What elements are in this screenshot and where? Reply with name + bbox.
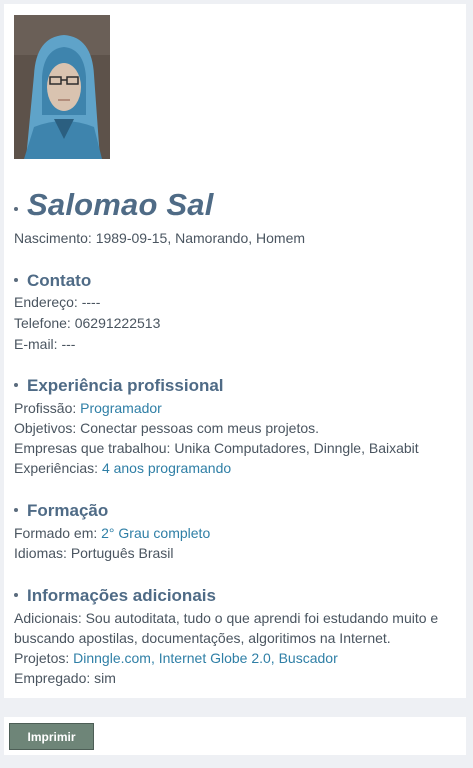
employed-row: Empregado: sim	[14, 668, 116, 688]
birth-label: Nascimento:	[14, 230, 92, 246]
companies-row: Empresas que trabalhou: Unika Computador…	[14, 438, 419, 458]
profile-name-row: Salomao Sal	[14, 187, 214, 223]
companies-label: Empresas que trabalhou:	[14, 440, 171, 456]
bullet-icon	[14, 593, 18, 597]
birth-value: 1989-09-15, Namorando, Homem	[95, 230, 306, 246]
profile-photo	[14, 15, 110, 159]
employed-value: sim	[94, 670, 116, 686]
objectives-value: Conectar pessoas com meus projetos.	[80, 420, 320, 436]
extra-value-line1: Sou autoditata, tudo o que aprendi foi e…	[85, 610, 439, 626]
birth-info: Nascimento: 1989-09-15, Namorando, Homem	[14, 228, 305, 248]
companies-value: Unika Computadores, Dinngle, Baixabit	[174, 440, 419, 456]
languages-row: Idiomas: Português Brasil	[14, 543, 174, 563]
projects-link[interactable]: Dinngle.com, Internet Globe 2.0, Buscado…	[73, 650, 338, 666]
profession-label: Profissão:	[14, 400, 77, 416]
objectives-row: Objetivos: Conectar pessoas com meus pro…	[14, 418, 319, 438]
section-title: Formação	[27, 501, 109, 520]
section-title: Informações adicionais	[27, 586, 216, 605]
print-button[interactable]: Imprimir	[9, 723, 94, 750]
graduated-row: Formado em: 2° Grau completo	[14, 523, 210, 543]
section-title: Experiência profissional	[27, 376, 224, 395]
section-additional-header: Informações adicionais	[14, 586, 216, 606]
bullet-icon	[14, 278, 18, 282]
profile-name: Salomao Sal	[27, 187, 214, 222]
address-label: Endereço:	[14, 294, 78, 310]
projects-label: Projetos:	[14, 650, 70, 666]
employed-label: Empregado:	[14, 670, 91, 686]
extra-value-line2: buscando apostilas, documentações, algor…	[14, 630, 391, 646]
email-row: E-mail: ---	[14, 334, 75, 354]
profile-card: Salomao Sal Nascimento: 1989-09-15, Namo…	[4, 4, 466, 698]
section-experience-header: Experiência profissional	[14, 376, 224, 396]
bullet-icon	[14, 508, 18, 512]
projects-row: Projetos: Dinngle.com, Internet Globe 2.…	[14, 648, 338, 668]
extra-row: Adicionais: Sou autoditata, tudo o que a…	[14, 608, 438, 628]
section-education-header: Formação	[14, 501, 108, 521]
footer-bar: Imprimir	[4, 717, 466, 755]
bullet-icon	[14, 207, 18, 211]
phone-row: Telefone: 06291222513	[14, 313, 160, 333]
extra-row-continued: buscando apostilas, documentações, algor…	[14, 628, 391, 648]
address-value: ----	[81, 294, 101, 310]
email-label: E-mail:	[14, 336, 58, 352]
objectives-label: Objetivos:	[14, 420, 77, 436]
section-title: Contato	[27, 271, 92, 290]
experiences-row: Experiências: 4 anos programando	[14, 458, 231, 478]
bullet-icon	[14, 383, 18, 387]
experiences-link[interactable]: 4 anos programando	[102, 460, 231, 476]
profession-link[interactable]: Programador	[80, 400, 162, 416]
phone-label: Telefone:	[14, 315, 71, 331]
experiences-label: Experiências:	[14, 460, 99, 476]
graduated-label: Formado em:	[14, 525, 98, 541]
phone-value: 06291222513	[74, 315, 161, 331]
address-row: Endereço: ----	[14, 292, 100, 312]
languages-label: Idiomas:	[14, 545, 67, 561]
graduated-link[interactable]: 2° Grau completo	[101, 525, 210, 541]
languages-value: Português Brasil	[70, 545, 174, 561]
section-contact-header: Contato	[14, 271, 91, 291]
profession-row: Profissão: Programador	[14, 398, 162, 418]
extra-label: Adicionais:	[14, 610, 82, 626]
email-value: ---	[61, 336, 76, 352]
